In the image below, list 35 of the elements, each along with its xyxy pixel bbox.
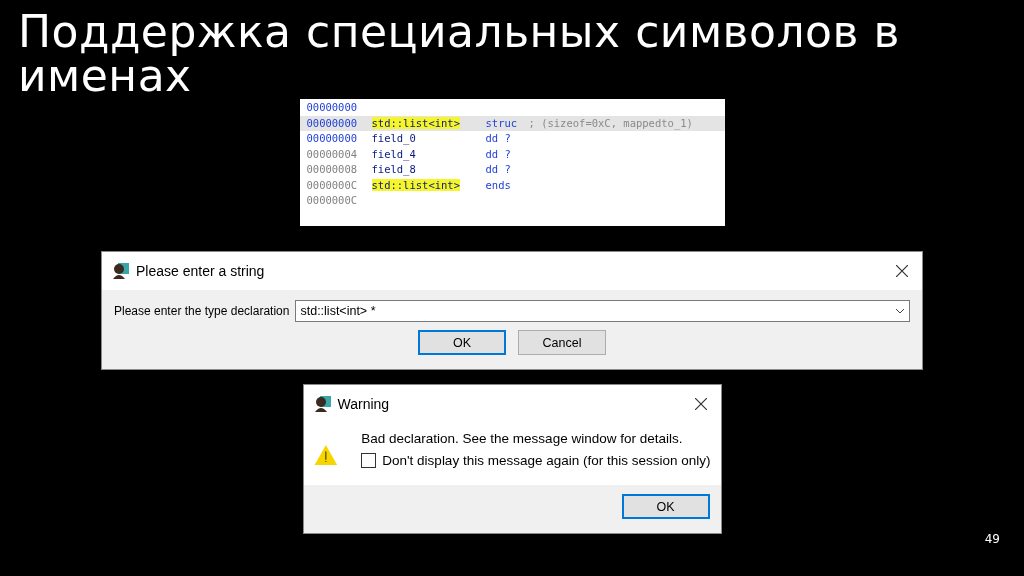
slide-title: Поддержка специальных символов в именах: [17, 5, 901, 98]
symbol-name: field_0: [371, 132, 416, 144]
address-text: 00000004: [306, 146, 359, 162]
page-number: 49: [984, 532, 1000, 546]
cancel-button[interactable]: Cancel: [518, 330, 606, 355]
ok-button[interactable]: OK: [621, 494, 710, 519]
checkbox[interactable]: [361, 453, 377, 468]
close-icon: [896, 265, 908, 277]
ok-button[interactable]: OK: [418, 330, 506, 355]
dialog-title: Please enter a string: [136, 263, 266, 279]
field-label: Please enter the type declaration: [114, 304, 290, 318]
address-text: 0000000C: [306, 177, 359, 193]
app-icon: [112, 262, 130, 280]
instruction-text: ends: [485, 177, 512, 193]
instruction-text: dd ?: [485, 131, 512, 146]
instruction-text: struc: [485, 115, 519, 131]
dialog-title: Warning: [337, 396, 391, 412]
symbol-name: std::list<int>: [371, 116, 460, 129]
symbol-name: std::list<int>: [371, 178, 460, 191]
warning-message: Bad declaration. See the message window for details.: [361, 431, 684, 446]
address-text: 00000000: [306, 115, 359, 131]
comment-text: ; (sizeof=0xC, mappedto_1): [528, 115, 693, 131]
instruction-text: dd ?: [485, 162, 512, 177]
close-icon: [694, 398, 707, 410]
address-text: 00000000: [306, 100, 359, 115]
symbol-name: field_4: [371, 147, 416, 160]
chevron-down-icon: [895, 308, 905, 314]
address-text: 00000000: [306, 131, 359, 146]
app-icon: [313, 395, 332, 413]
type-combo-field[interactable]: std::list<int> *: [295, 300, 910, 322]
checkbox-label[interactable]: Don't display this message again (for this session only): [382, 453, 711, 468]
address-text: 0000000C: [306, 193, 359, 208]
instruction-text: dd ?: [485, 146, 512, 162]
address-text: 00000008: [306, 162, 359, 177]
symbol-name: field_8: [371, 163, 416, 175]
